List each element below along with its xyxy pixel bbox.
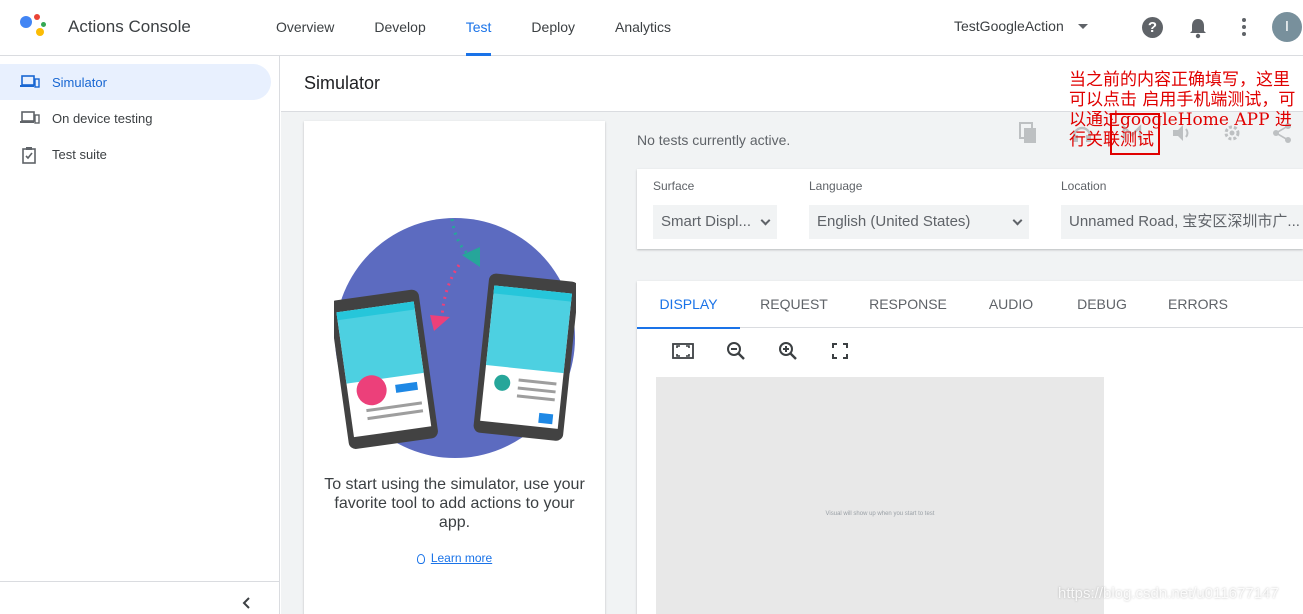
project-name: TestGoogleAction <box>954 18 1064 34</box>
learn-more-link[interactable]: Learn more <box>431 551 492 565</box>
simulator-intro-card: To start using the simulator, use your f… <box>304 121 605 614</box>
sidebar-divider <box>0 581 279 582</box>
display-hint: Visual will show up when you start to te… <box>825 511 935 517</box>
collapse-sidebar-icon[interactable] <box>240 596 254 610</box>
chevron-down-icon <box>1012 215 1023 226</box>
sidebar-item-test-suite[interactable]: Test suite <box>0 136 271 172</box>
intro-text: To start using the simulator, use your f… <box>324 476 585 531</box>
location-field[interactable]: Unnamed Road, 宝安区深圳市广... <box>1061 205 1303 239</box>
sidebar-item-on-device-testing[interactable]: On device testing <box>0 100 271 136</box>
surface-label: Surface <box>653 179 695 193</box>
watermark: https://blog.csdn.net/u011677147 <box>1058 585 1279 602</box>
status-text: No tests currently active. <box>637 132 791 148</box>
notifications-bell-icon[interactable] <box>1188 17 1208 39</box>
location-value: Unnamed Road, 宝安区深圳市广... <box>1069 213 1300 230</box>
learn-more: Learn more <box>304 551 605 565</box>
nav-deploy[interactable]: Deploy <box>531 0 575 56</box>
tab-request[interactable]: REQUEST <box>748 281 840 328</box>
tab-bar: DISPLAY REQUEST RESPONSE AUDIO DEBUG ERR… <box>637 281 1303 329</box>
tab-response[interactable]: RESPONSE <box>859 281 957 328</box>
page-title: Simulator <box>304 73 381 93</box>
simulator-settings-card: Surface Smart Displ... Language English … <box>637 169 1303 249</box>
sidebar: Simulator On device testing Test suite <box>0 56 280 614</box>
main-nav: Overview Develop Test Deploy Analytics <box>276 0 711 56</box>
fullscreen-icon[interactable] <box>829 340 851 362</box>
annotation-highlight-box <box>1110 113 1160 155</box>
language-label: Language <box>809 179 863 193</box>
top-app-bar: Actions Console Overview Develop Test De… <box>0 0 1303 56</box>
nav-develop[interactable]: Develop <box>374 0 425 56</box>
avatar[interactable]: I <box>1272 12 1302 42</box>
surface-select[interactable]: Smart Displ... <box>653 205 777 239</box>
zoom-out-icon[interactable] <box>725 340 747 362</box>
simulator-illustration <box>334 218 576 458</box>
app-title: Actions Console <box>68 17 191 36</box>
help-icon[interactable]: ? <box>1142 17 1163 38</box>
nav-analytics[interactable]: Analytics <box>615 0 671 56</box>
project-selector[interactable]: TestGoogleAction <box>954 18 1088 34</box>
sidebar-item-label: Simulator <box>52 74 107 90</box>
more-vert-icon[interactable] <box>1241 18 1247 38</box>
lightbulb-icon <box>416 553 425 564</box>
zoom-in-icon[interactable] <box>777 340 799 362</box>
language-select[interactable]: English (United States) <box>809 205 1029 239</box>
chevron-down-icon <box>760 215 771 226</box>
surface-value: Smart Displ... <box>661 213 752 230</box>
tab-debug[interactable]: DEBUG <box>1068 281 1136 328</box>
tab-display[interactable]: DISPLAY <box>637 281 740 329</box>
device-icon <box>20 110 40 126</box>
fit-screen-icon[interactable] <box>672 340 694 362</box>
actions-console-logo <box>20 14 50 40</box>
tab-errors[interactable]: ERRORS <box>1158 281 1238 328</box>
sidebar-item-simulator[interactable]: Simulator <box>0 64 271 100</box>
nav-overview[interactable]: Overview <box>276 0 334 56</box>
copy-icon[interactable] <box>1017 122 1039 144</box>
caret-down-icon <box>1077 23 1088 29</box>
language-value: English (United States) <box>817 213 971 230</box>
tab-audio[interactable]: AUDIO <box>979 281 1043 328</box>
location-label: Location <box>1061 179 1107 193</box>
annotation-note: 当之前的内容正确填写，这里可以点击 启用手机端测试，可以通过googleHome… <box>1069 70 1296 150</box>
output-tabs-card: DISPLAY REQUEST RESPONSE AUDIO DEBUG ERR… <box>637 281 1303 614</box>
device-icon <box>20 74 40 90</box>
sidebar-item-label: On device testing <box>52 110 153 126</box>
nav-test[interactable]: Test <box>465 0 491 56</box>
sidebar-item-label: Test suite <box>52 146 107 162</box>
display-preview-area: Visual will show up when you start to te… <box>656 377 1104 614</box>
clipboard-check-icon <box>20 146 40 164</box>
